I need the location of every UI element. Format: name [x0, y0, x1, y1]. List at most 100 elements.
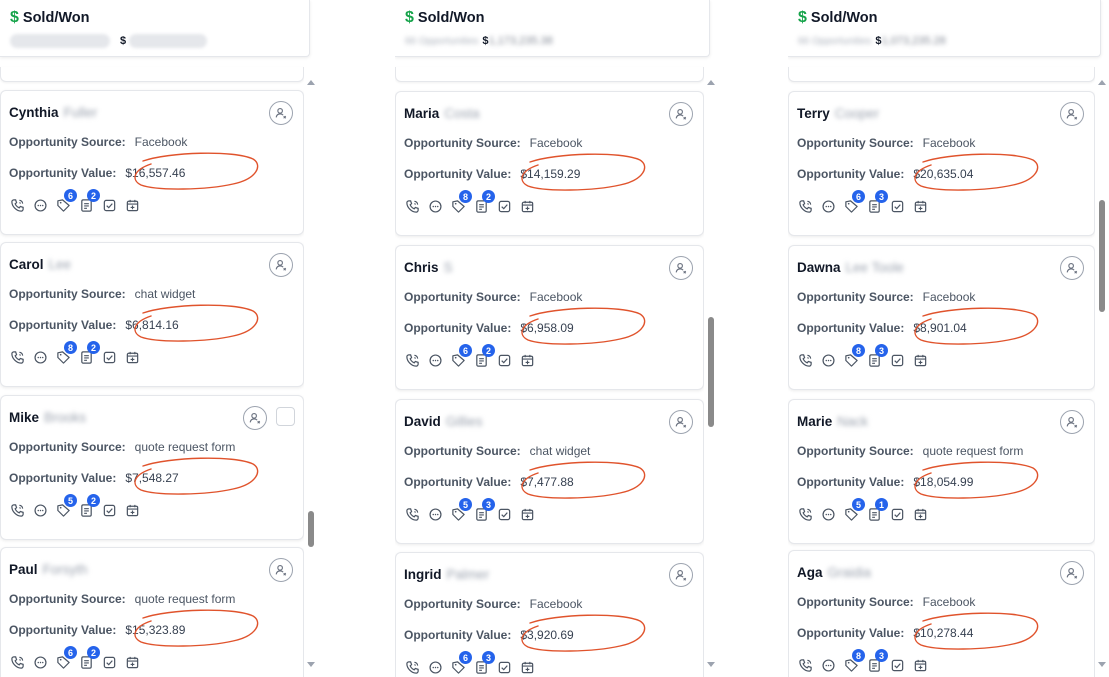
opportunity-card[interactable]: Ingrid Palmer Opportunity Source: Facebo… [395, 552, 704, 677]
contact-name[interactable]: Terry Cooper [797, 104, 1084, 122]
task-icon[interactable] [496, 352, 512, 368]
scrollbar[interactable] [304, 76, 318, 677]
assign-user-button[interactable] [1060, 410, 1084, 434]
select-checkbox[interactable] [276, 407, 295, 426]
phone-icon[interactable] [404, 198, 420, 214]
calendar-icon[interactable] [519, 506, 535, 522]
tag-icon[interactable]: 6 [450, 651, 472, 675]
tag-icon[interactable]: 6 [450, 344, 472, 368]
notes-icon[interactable]: 1 [866, 498, 888, 522]
chat-icon[interactable] [427, 659, 443, 675]
chat-icon[interactable] [427, 198, 443, 214]
contact-name[interactable]: Marie Nack [797, 412, 1084, 430]
task-icon[interactable] [496, 198, 512, 214]
phone-icon[interactable] [404, 506, 420, 522]
scroll-down-arrow[interactable] [1098, 662, 1106, 667]
tag-icon[interactable]: 5 [450, 498, 472, 522]
calendar-icon[interactable] [519, 198, 535, 214]
chat-icon[interactable] [820, 352, 836, 368]
tag-icon[interactable]: 8 [450, 190, 472, 214]
scroll-down-arrow[interactable] [307, 662, 315, 667]
calendar-icon[interactable] [912, 506, 928, 522]
task-icon[interactable] [101, 197, 117, 213]
assign-user-button[interactable] [669, 256, 693, 280]
task-icon[interactable] [101, 654, 117, 670]
assign-user-button[interactable] [269, 558, 293, 582]
chat-icon[interactable] [427, 352, 443, 368]
opportunity-card-partial[interactable] [395, 67, 704, 82]
assign-user-button[interactable] [269, 101, 293, 125]
contact-name[interactable]: Maria Costa [404, 104, 693, 122]
notes-icon[interactable]: 2 [473, 344, 495, 368]
calendar-icon[interactable] [519, 659, 535, 675]
phone-icon[interactable] [9, 502, 25, 518]
calendar-icon[interactable] [124, 502, 140, 518]
opportunity-card[interactable]: Dawna Lee Toole Opportunity Source: Face… [788, 245, 1095, 390]
notes-icon[interactable]: 2 [78, 646, 100, 670]
tag-icon[interactable]: 6 [55, 189, 77, 213]
opportunity-card[interactable]: Carol Lee Opportunity Source: chat widge… [0, 242, 304, 387]
phone-icon[interactable] [404, 352, 420, 368]
opportunity-card[interactable]: Mike Brooks Opportunity Source: quote re… [0, 395, 304, 540]
contact-name[interactable]: Cynthia Fuller [9, 103, 293, 121]
opportunity-card[interactable]: Chris S Opportunity Source: Facebook Opp… [395, 245, 704, 390]
calendar-icon[interactable] [124, 349, 140, 365]
opportunity-card-partial[interactable] [0, 67, 304, 82]
assign-user-button[interactable] [1060, 102, 1084, 126]
calendar-icon[interactable] [912, 198, 928, 214]
tag-icon[interactable]: 8 [843, 344, 865, 368]
contact-name[interactable]: Chris S [404, 258, 693, 276]
opportunity-card[interactable]: Terry Cooper Opportunity Source: Faceboo… [788, 91, 1095, 236]
task-icon[interactable] [889, 352, 905, 368]
task-icon[interactable] [889, 506, 905, 522]
scroll-up-arrow[interactable] [307, 80, 315, 85]
contact-name[interactable]: Carol Lee [9, 255, 293, 273]
phone-icon[interactable] [404, 659, 420, 675]
tag-icon[interactable]: 6 [55, 646, 77, 670]
card-list[interactable]: Terry Cooper Opportunity Source: Faceboo… [788, 57, 1095, 677]
opportunity-card-partial[interactable] [788, 67, 1095, 82]
task-icon[interactable] [101, 502, 117, 518]
chat-icon[interactable] [32, 502, 48, 518]
opportunity-card[interactable]: Marie Nack Opportunity Source: quote req… [788, 399, 1095, 544]
opportunity-card[interactable]: Maria Costa Opportunity Source: Facebook… [395, 91, 704, 236]
assign-user-button[interactable] [669, 102, 693, 126]
opportunity-card[interactable]: David Gillies Opportunity Source: chat w… [395, 399, 704, 544]
notes-icon[interactable]: 3 [866, 344, 888, 368]
assign-user-button[interactable] [669, 410, 693, 434]
calendar-icon[interactable] [912, 352, 928, 368]
phone-icon[interactable] [9, 197, 25, 213]
chat-icon[interactable] [32, 349, 48, 365]
notes-icon[interactable]: 2 [78, 189, 100, 213]
notes-icon[interactable]: 2 [473, 190, 495, 214]
opportunity-card[interactable]: Aga Graidia Opportunity Source: Facebook… [788, 550, 1095, 677]
scrollbar[interactable] [1095, 76, 1109, 677]
chat-icon[interactable] [32, 654, 48, 670]
notes-icon[interactable]: 3 [473, 498, 495, 522]
task-icon[interactable] [496, 659, 512, 675]
contact-name[interactable]: Dawna Lee Toole [797, 258, 1084, 276]
chat-icon[interactable] [820, 198, 836, 214]
chat-icon[interactable] [32, 197, 48, 213]
phone-icon[interactable] [9, 654, 25, 670]
scroll-up-arrow[interactable] [707, 80, 715, 85]
assign-user-button[interactable] [243, 406, 267, 430]
phone-icon[interactable] [797, 352, 813, 368]
opportunity-card[interactable]: Cynthia Fuller Opportunity Source: Faceb… [0, 90, 304, 235]
chat-icon[interactable] [427, 506, 443, 522]
notes-icon[interactable]: 2 [78, 341, 100, 365]
notes-icon[interactable]: 2 [78, 494, 100, 518]
scrollbar[interactable] [704, 76, 718, 677]
tag-icon[interactable]: 8 [843, 649, 865, 673]
assign-user-button[interactable] [269, 253, 293, 277]
scroll-thumb[interactable] [308, 511, 314, 547]
tag-icon[interactable]: 5 [843, 498, 865, 522]
calendar-icon[interactable] [124, 654, 140, 670]
assign-user-button[interactable] [1060, 256, 1084, 280]
chat-icon[interactable] [820, 657, 836, 673]
calendar-icon[interactable] [912, 657, 928, 673]
tag-icon[interactable]: 6 [843, 190, 865, 214]
scroll-thumb[interactable] [708, 317, 714, 427]
calendar-icon[interactable] [124, 197, 140, 213]
notes-icon[interactable]: 3 [866, 649, 888, 673]
